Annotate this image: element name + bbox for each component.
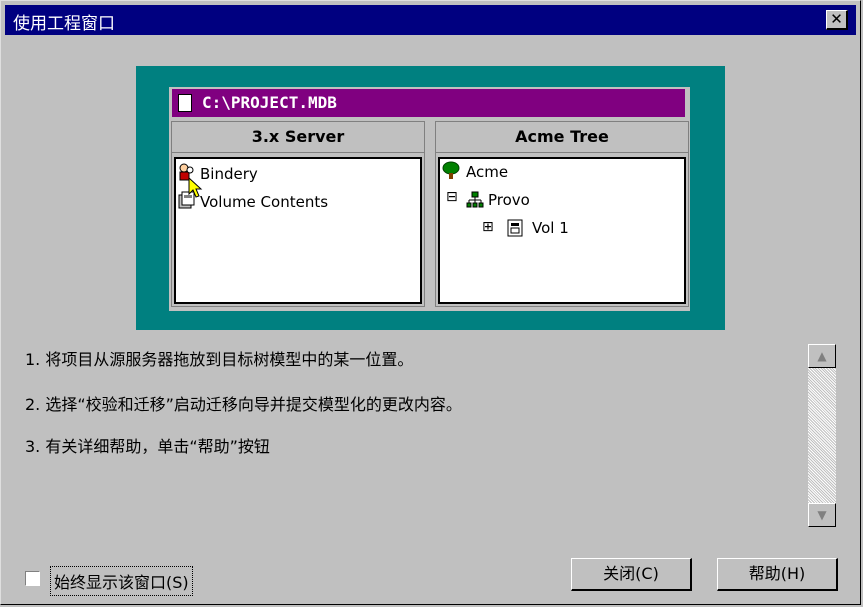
database-file-icon: [178, 94, 192, 112]
source-server-pane: 3.x Server Bindery Volume Contents: [171, 121, 425, 307]
scroll-down-button[interactable]: ▼: [808, 503, 836, 527]
dialog-window: 使用工程窗口 ✕ C:\PROJECT.MDB 3.x Server Binde…: [0, 0, 861, 605]
scroll-up-button[interactable]: ▲: [808, 344, 836, 368]
close-window-button[interactable]: ✕: [826, 10, 848, 30]
tree-node-provo[interactable]: Provo: [488, 191, 530, 209]
target-pane-header: Acme Tree: [436, 122, 688, 153]
collapse-toggle-icon[interactable]: ⊟: [446, 189, 458, 205]
close-button[interactable]: 关闭(C): [571, 558, 692, 591]
help-button[interactable]: 帮助(H): [717, 558, 838, 591]
source-item-bindery[interactable]: Bindery: [200, 165, 258, 183]
always-show-label[interactable]: 始终显示该窗口(S): [50, 566, 193, 596]
target-tree-pane: Acme Tree Acme ⊟ Provo ⊞ Vol 1: [435, 121, 689, 307]
instruction-step-3: 3. 有关详细帮助，单击“帮助”按钮: [25, 437, 270, 456]
project-path: C:\PROJECT.MDB: [202, 93, 337, 112]
instruction-step-1: 1. 将项目从源服务器拖放到目标树模型中的某一位置。: [25, 350, 414, 369]
source-item-volume-contents[interactable]: Volume Contents: [200, 193, 328, 211]
source-pane-body: Bindery Volume Contents: [174, 157, 422, 304]
instructions-scrollbar[interactable]: ▲ ▼: [808, 344, 836, 527]
window-title: 使用工程窗口: [13, 14, 115, 34]
always-show-checkbox[interactable]: [25, 571, 40, 586]
target-pane-body: Acme ⊟ Provo ⊞ Vol 1: [438, 157, 686, 304]
instruction-step-2: 2. 选择“校验和迁移”启动迁移向导并提交模型化的更改内容。: [25, 395, 462, 414]
volume-icon: [507, 219, 523, 237]
project-window-illustration: C:\PROJECT.MDB 3.x Server Bindery Volume…: [169, 87, 690, 311]
tree-icon: [442, 161, 460, 179]
title-bar: 使用工程窗口 ✕: [5, 5, 856, 35]
tree-node-vol1[interactable]: Vol 1: [532, 219, 569, 237]
project-path-bar: C:\PROJECT.MDB: [172, 89, 685, 117]
organization-icon: [466, 191, 484, 208]
expand-toggle-icon[interactable]: ⊞: [482, 219, 494, 235]
illustration-frame: C:\PROJECT.MDB 3.x Server Bindery Volume…: [136, 66, 725, 330]
source-pane-header: 3.x Server: [172, 122, 424, 153]
tree-node-acme[interactable]: Acme: [466, 163, 508, 181]
